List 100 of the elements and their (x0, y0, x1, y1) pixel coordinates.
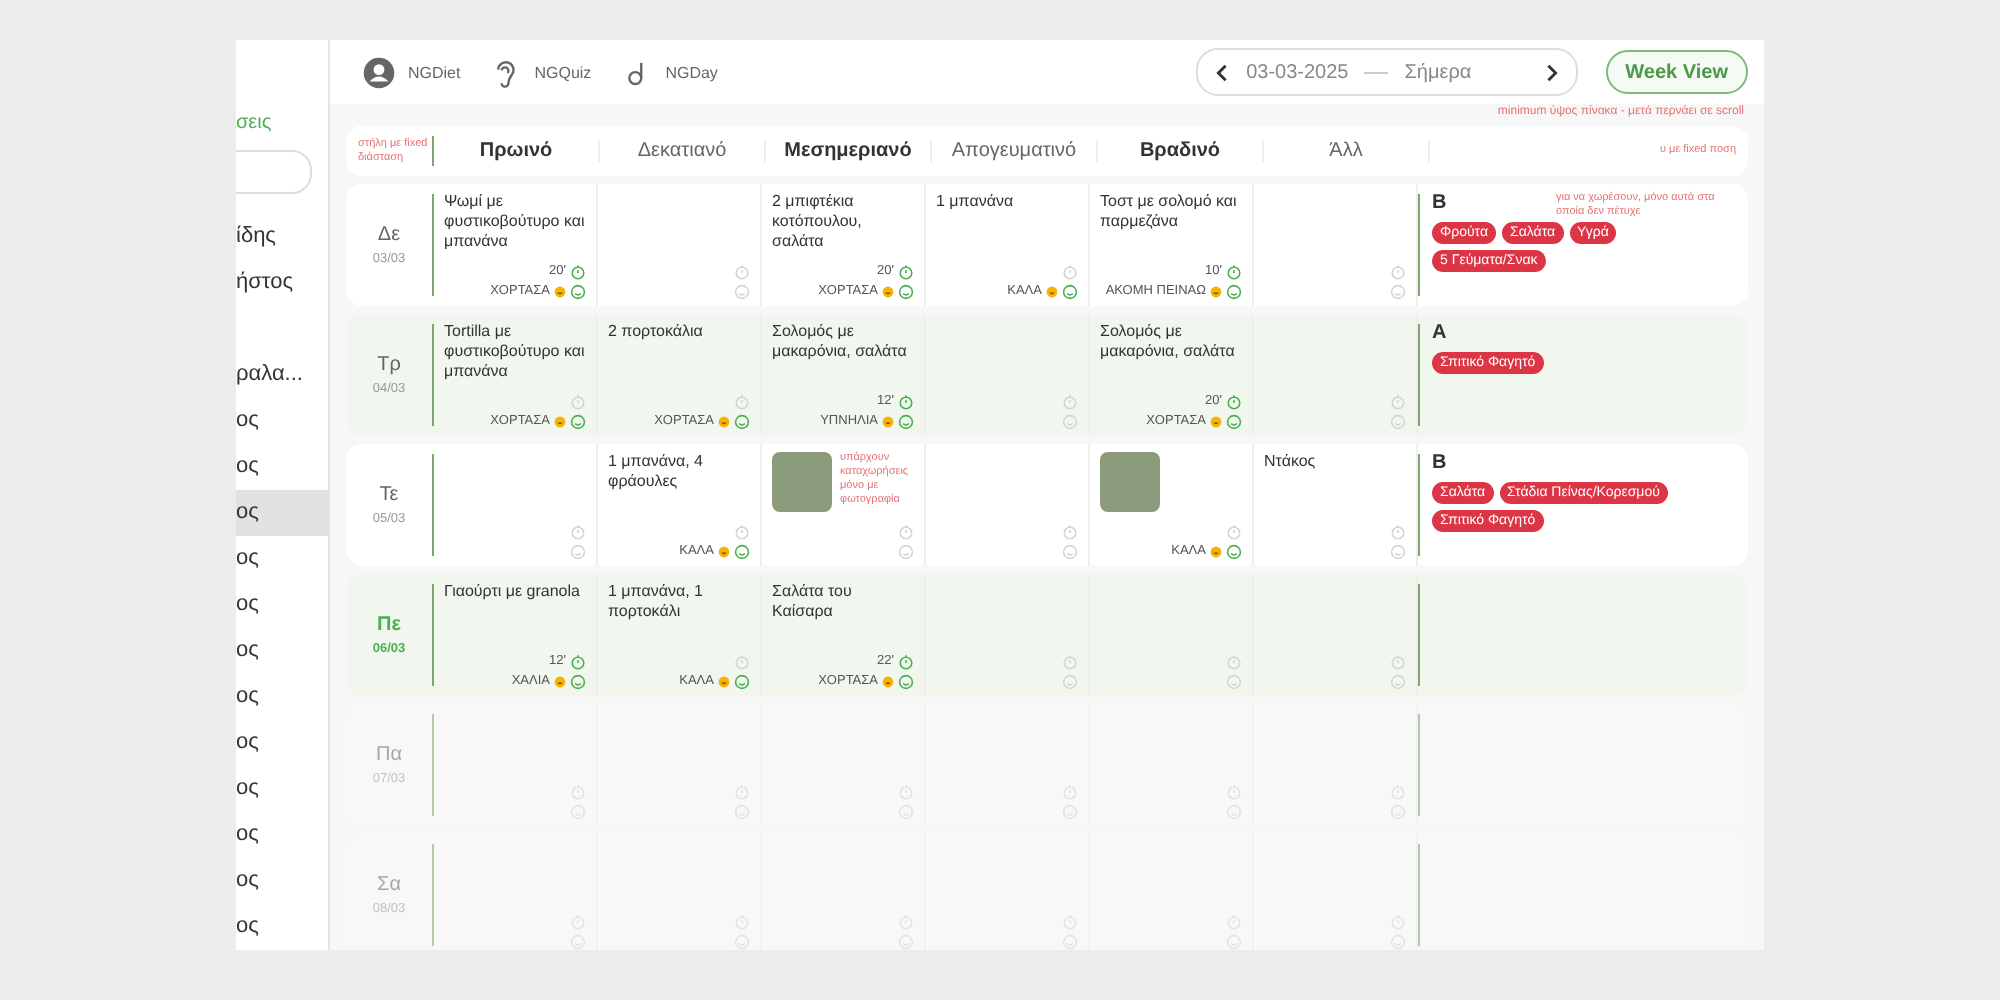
meal-text: 1 μπανάνα (936, 192, 1016, 212)
date-value: 03-03-2025 (1246, 61, 1349, 83)
nav-link[interactable]: NGDiet (408, 63, 461, 81)
day-name: Τρ (377, 354, 401, 376)
timer-icon (570, 263, 586, 279)
nav-link[interactable]: NGDay (665, 63, 718, 81)
today-label[interactable]: Σήμερα (1404, 61, 1472, 83)
meal-text: Σαλάτα του Καίσαρα (772, 582, 854, 622)
timer-icon (1062, 523, 1078, 539)
sidebar-item[interactable]: ος (236, 444, 328, 490)
grade-letter: A (1432, 322, 1447, 344)
timer-icon (898, 393, 914, 409)
timer-icon (570, 653, 586, 669)
smiley-icon (898, 673, 914, 689)
smiley-icon (898, 543, 914, 559)
meal-text: Ντάκος (1264, 452, 1318, 472)
emoji-icon (718, 675, 730, 687)
chevron-left-icon[interactable] (1214, 63, 1231, 81)
meal-text: Τοστ με σολομό και παρμεζάνα (1100, 192, 1239, 232)
sidebar-item[interactable]: ος (236, 904, 328, 950)
emoji-icon (554, 415, 566, 427)
smiley-icon (1390, 673, 1406, 689)
timer-icon (898, 653, 914, 669)
date-picker[interactable]: 03-03-2025 Σήμερα (1196, 48, 1578, 96)
sidebar-item[interactable]: ος (236, 858, 328, 904)
day-name: Τε (379, 484, 399, 506)
sidebar-item[interactable]: ος (236, 490, 328, 536)
smiley-icon (1062, 413, 1078, 429)
sidebar-item[interactable]: ος (236, 628, 328, 674)
timer-icon (898, 263, 914, 279)
day-name: Δε (377, 224, 401, 246)
emoji-icon (554, 285, 566, 297)
smiley-icon (570, 543, 586, 559)
meal-text: Σολομός με μακαρόνια, σαλάτα (1100, 322, 1237, 362)
sidebar-item[interactable]: ος (236, 812, 328, 858)
timer-icon (1226, 263, 1242, 279)
chevron-right-icon[interactable] (1543, 63, 1560, 81)
sidebar-heading: σεις (236, 112, 274, 138)
smiley-icon (1390, 413, 1406, 429)
smiley-icon (570, 413, 586, 429)
emoji-icon (1210, 545, 1222, 557)
sidebar-item[interactable]: ος (236, 674, 328, 720)
sidebar-item[interactable]: ος (236, 582, 328, 628)
timer-icon (734, 393, 750, 409)
smiley-icon (1226, 543, 1242, 559)
smiley-icon (1390, 543, 1406, 559)
emoji-icon (882, 415, 894, 427)
smiley-icon (1226, 283, 1242, 299)
sidebar-item[interactable]: ραλα... (236, 352, 328, 398)
smiley-icon (570, 673, 586, 689)
grade-letter: B (1432, 192, 1447, 214)
timer-icon (1390, 653, 1406, 669)
timer-icon (1390, 393, 1406, 409)
timer-icon (1062, 653, 1078, 669)
timer-icon (1062, 263, 1078, 279)
sidebar-item[interactable]: ος (236, 536, 328, 582)
meal-text: 1 μπανάνα, 4 φράουλες (608, 452, 705, 492)
day-name: Σα (377, 874, 401, 896)
smiley-icon (1390, 283, 1406, 299)
smiley-icon (898, 413, 914, 429)
emoji-icon (718, 415, 730, 427)
sidebar-item[interactable]: ος (236, 398, 328, 444)
timer-icon (734, 263, 750, 279)
timer-icon (1226, 653, 1242, 669)
emoji-icon (882, 675, 894, 687)
smiley-icon (734, 673, 750, 689)
timer-icon (570, 523, 586, 539)
meal-text: 1 μπανάνα, 1 πορτοκάλι (608, 582, 705, 622)
timer-icon (1062, 393, 1078, 409)
meal-text: 2 μπιφτέκια κοτόπουλου, σαλάτα (772, 192, 864, 252)
sidebar-item[interactable]: ίδης (236, 214, 328, 260)
emoji-icon (1046, 285, 1058, 297)
column-header: Απογευματινό (932, 140, 1098, 162)
emoji-icon (554, 675, 566, 687)
day-name: Πα (375, 744, 402, 766)
smiley-icon (570, 283, 586, 299)
smiley-icon (1062, 543, 1078, 559)
sidebar-item[interactable]: ος (236, 720, 328, 766)
column-header: Άλλ (1264, 140, 1430, 162)
timer-icon (734, 653, 750, 669)
day-name: Πε (377, 614, 401, 636)
meal-text: Γιαούρτι με granola (444, 582, 582, 602)
emoji-icon (718, 545, 730, 557)
sidebar-item[interactable]: ήστος (236, 260, 328, 306)
meal-text: 2 πορτοκάλια (608, 322, 705, 342)
nav-link[interactable]: NGQuiz (534, 63, 592, 81)
emoji-icon (882, 285, 894, 297)
column-header: Βραδινό (1098, 140, 1264, 162)
column-header: Μεσημεριανό (766, 140, 932, 162)
emoji-icon (1210, 285, 1222, 297)
avatar-icon (362, 55, 396, 89)
smiley-icon (734, 283, 750, 299)
smiley-icon (734, 543, 750, 559)
sidebar-item[interactable]: ος (236, 766, 328, 812)
smiley-icon (1062, 283, 1078, 299)
smiley-icon (1226, 673, 1242, 689)
timer-icon (1390, 263, 1406, 279)
smiley-icon (1226, 413, 1242, 429)
column-header: Δεκατιανό (600, 140, 766, 162)
meal-text: Ψωμί με φυστικοβούτυρο και μπανάνα (444, 192, 586, 252)
